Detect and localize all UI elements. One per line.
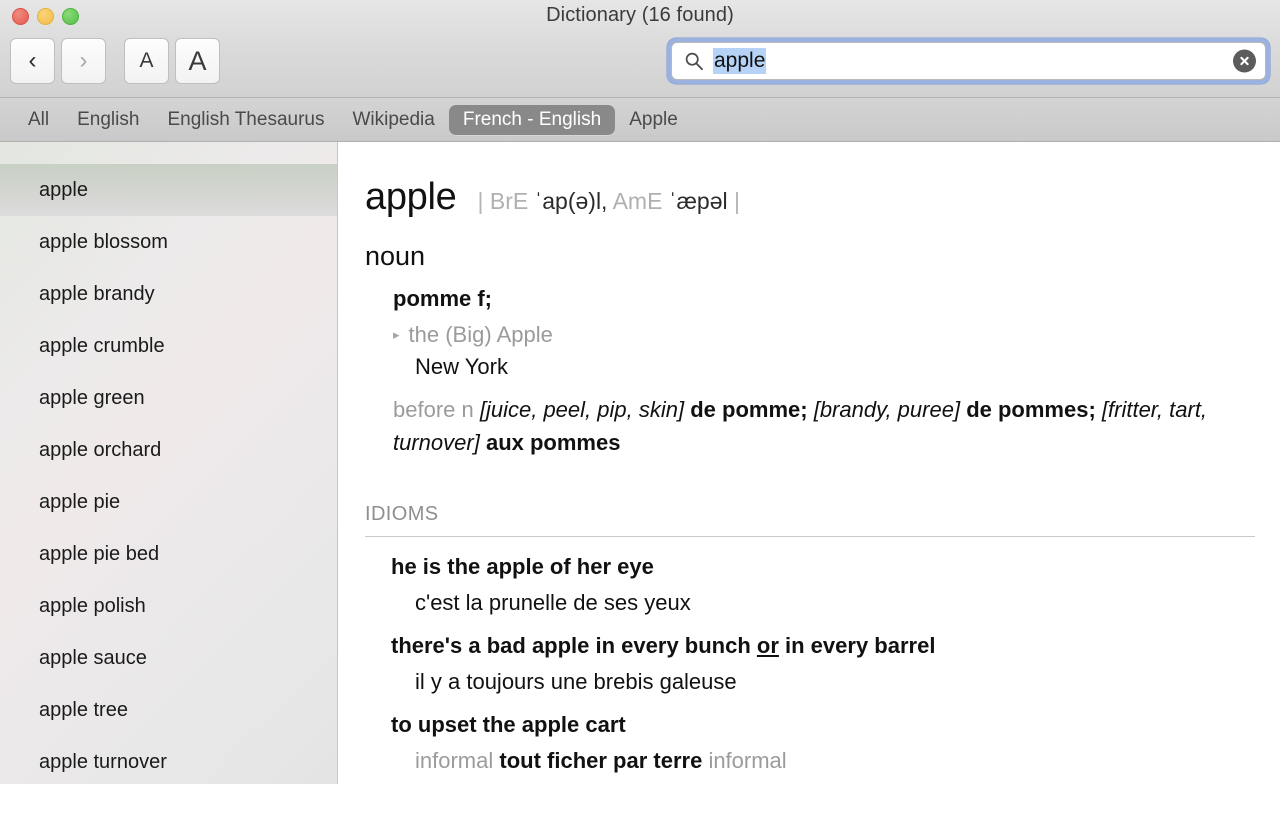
before-noun-translation-1: de pomme; (690, 397, 808, 422)
close-icon (1240, 56, 1249, 66)
increase-text-size-button[interactable]: A (175, 38, 220, 84)
entry-headline: apple | BrE ˈap(ə)l, AmE ˈæpəl | (365, 176, 1252, 219)
list-item[interactable]: apple crumble (0, 320, 337, 372)
idiom-phrase-text: there's a bad apple in every bunch (391, 633, 757, 659)
list-item[interactable]: apple pie (0, 476, 337, 528)
idiom-phrase-text: he is the apple of her eye (391, 554, 654, 580)
bre-label: BrE (489, 188, 529, 214)
tab-english-thesaurus[interactable]: English Thesaurus (153, 105, 338, 135)
before-noun-brackets-2: [brandy, puree] (813, 397, 961, 422)
before-noun-translation-2: de pommes; (966, 397, 1096, 422)
decrease-text-size-button[interactable]: A (124, 38, 169, 84)
idiom-translation: il y a toujours une brebis galeuse (391, 669, 1252, 695)
register-label-after: informal (708, 748, 787, 774)
forward-button[interactable]: › (61, 38, 106, 84)
list-item[interactable]: apple blossom (0, 216, 337, 268)
search-field-focus-ring: apple (667, 38, 1270, 84)
search-input[interactable]: apple (713, 48, 767, 74)
list-item[interactable]: apple turnover (0, 736, 337, 784)
idiom-translation-text: c'est la prunelle de ses yeux (415, 590, 691, 616)
sense-block: pomme f; ▸ the (Big) Apple New York befo… (365, 286, 1252, 459)
bre-ipa: ˈap(ə)l, (534, 188, 608, 214)
dictionary-window: Dictionary (16 found) ‹ › A A apple All … (0, 0, 1280, 830)
chevron-right-icon: › (79, 47, 88, 74)
main-area: apple apple blossom apple brandy apple c… (0, 142, 1280, 784)
ame-ipa: ˈæpəl (668, 188, 728, 214)
nav-button-group: ‹ › (10, 38, 106, 84)
window-title: Dictionary (16 found) (546, 4, 734, 26)
list-item[interactable]: apple tree (0, 684, 337, 736)
list-item[interactable]: apple polish (0, 580, 337, 632)
idiom-translation: c'est la prunelle de ses yeux (391, 590, 1252, 616)
idiom-translation: informal tout ficher par terre informal (391, 748, 1252, 774)
tab-all[interactable]: All (14, 105, 63, 135)
idiom-phrase: to upset the apple cart (391, 712, 1252, 738)
list-item[interactable]: apple pie bed (0, 528, 337, 580)
list-item[interactable]: apple brandy (0, 268, 337, 320)
pron-close-pipe: | (734, 188, 740, 214)
pron-open-pipe: | (477, 188, 484, 214)
example-target: New York (415, 354, 508, 379)
tab-english[interactable]: English (63, 105, 153, 135)
idiom-translation-text: il y a toujours une brebis galeuse (415, 669, 737, 695)
before-noun-label: before n (393, 397, 474, 422)
before-noun-translation-3: aux pommes (485, 429, 621, 455)
triangle-bullet-icon: ▸ (393, 327, 400, 342)
idiom-phrase: he is the apple of her eye (391, 554, 1252, 580)
list-item[interactable]: apple green (0, 372, 337, 424)
list-item[interactable]: apple (0, 164, 337, 216)
idiom-phrase: there's a bad apple in every bunch or in… (391, 633, 1252, 659)
tab-french-english[interactable]: French - English (448, 104, 616, 135)
register-label-before: informal (415, 748, 494, 774)
idiom-phrase-text-2: in every barrel (778, 633, 936, 659)
chevron-left-icon: ‹ (28, 47, 37, 74)
page-title: apple (365, 176, 457, 218)
toolbar: ‹ › A A (10, 38, 220, 84)
part-of-speech: noun (365, 241, 426, 271)
search-field[interactable]: apple (671, 42, 1266, 80)
dictionary-source-tabs: All English English Thesaurus Wikipedia … (0, 98, 1280, 142)
idiom-phrase-text: to upset the apple cart (391, 712, 626, 738)
tab-apple[interactable]: Apple (615, 105, 692, 135)
idiom-list: he is the apple of her eye c'est la prun… (365, 554, 1252, 774)
example-source: the (Big) Apple (408, 322, 553, 347)
translation-text: pomme f; (393, 286, 492, 311)
example-row: ▸ the (Big) Apple (393, 322, 1252, 348)
definition-pane: apple | BrE ˈap(ə)l, AmE ˈæpəl | noun po… (338, 142, 1280, 784)
ame-label: AmE (612, 188, 663, 214)
results-sidebar[interactable]: apple apple blossom apple brandy apple c… (0, 142, 338, 784)
text-larger-label: A (188, 45, 207, 76)
idioms-divider (365, 536, 1255, 538)
back-button[interactable]: ‹ (10, 38, 55, 84)
list-item[interactable]: apple sauce (0, 632, 337, 684)
idioms-heading: IDIOMS (365, 503, 439, 526)
titlebar: Dictionary (16 found) ‹ › A A apple (0, 0, 1280, 98)
clear-search-button[interactable] (1233, 49, 1256, 73)
idiom-translation-text: tout ficher par terre (499, 748, 703, 774)
search-icon (685, 52, 703, 71)
pronunciation: | BrE ˈap(ə)l, AmE ˈæpəl | (477, 188, 740, 215)
idiom-or-connector: or (756, 633, 779, 659)
tab-wikipedia[interactable]: Wikipedia (338, 105, 448, 135)
text-smaller-label: A (139, 49, 154, 72)
text-size-button-group: A A (124, 38, 220, 84)
before-noun-brackets-1: [juice, peel, pip, skin] (479, 397, 685, 422)
before-noun-block: before n [juice, peel, pip, skin] de pom… (393, 394, 1252, 459)
sidebar-top-spacer (0, 142, 337, 164)
list-item[interactable]: apple orchard (0, 424, 337, 476)
